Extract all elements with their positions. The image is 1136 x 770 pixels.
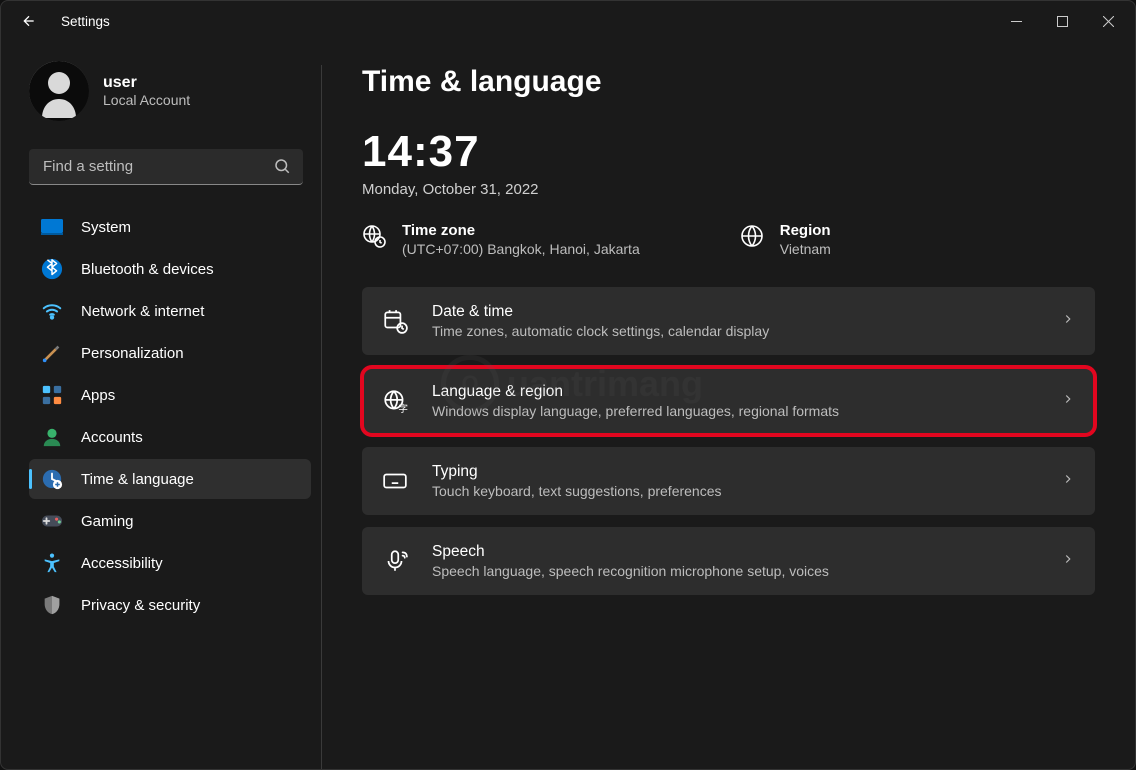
sidebar-item-accounts[interactable]: Accounts — [29, 417, 311, 457]
gaming-icon — [41, 510, 63, 532]
card-subtitle: Windows display language, preferred lang… — [432, 403, 1037, 419]
sidebar-item-label: Privacy & security — [81, 597, 200, 614]
info-sub: (UTC+07:00) Bangkok, Hanoi, Jakarta — [402, 241, 640, 257]
bluetooth-icon — [41, 258, 63, 280]
card-subtitle: Speech language, speech recognition micr… — [432, 563, 1037, 579]
sidebar-item-timelang[interactable]: Time & language — [29, 459, 311, 499]
back-button[interactable] — [19, 11, 39, 31]
sidebar-item-label: Network & internet — [81, 303, 204, 320]
card-text: Speech Speech language, speech recognitio… — [432, 543, 1037, 579]
apps-icon — [41, 384, 63, 406]
sidebar-item-label: Accounts — [81, 429, 143, 446]
globe-clock-icon — [362, 224, 386, 248]
speech-icon — [382, 548, 408, 574]
info-title: Time zone — [402, 222, 640, 239]
clock-date: Monday, October 31, 2022 — [362, 181, 1095, 198]
sidebar-item-bluetooth[interactable]: Bluetooth & devices — [29, 249, 311, 289]
card-title: Typing — [432, 463, 1037, 481]
sidebar: user Local Account System Bluetooth & dev… — [1, 41, 321, 769]
settings-cards: Date & time Time zones, automatic clock s… — [362, 287, 1095, 595]
sidebar-item-accessibility[interactable]: Accessibility — [29, 543, 311, 583]
accessibility-icon — [41, 552, 63, 574]
titlebar: Settings — [1, 1, 1135, 41]
card-speech[interactable]: Speech Speech language, speech recognitio… — [362, 527, 1095, 595]
chevron-right-icon — [1061, 552, 1075, 571]
info-region[interactable]: Region Vietnam — [740, 222, 831, 257]
personalize-icon — [41, 342, 63, 364]
chevron-right-icon — [1061, 392, 1075, 411]
sidebar-item-wifi[interactable]: Network & internet — [29, 291, 311, 331]
sidebar-item-label: Bluetooth & devices — [81, 261, 214, 278]
sidebar-item-label: Apps — [81, 387, 115, 404]
globe-icon — [740, 224, 764, 248]
arrow-left-icon — [21, 13, 37, 29]
search-icon — [273, 157, 291, 180]
maximize-icon — [1057, 16, 1068, 27]
titlebar-left: Settings — [19, 11, 110, 31]
body: user Local Account System Bluetooth & dev… — [1, 41, 1135, 769]
minimize-icon — [1011, 16, 1022, 27]
search-input[interactable] — [29, 149, 303, 185]
page-title: Time & language — [362, 65, 1095, 99]
minimize-button[interactable] — [993, 1, 1039, 41]
sidebar-item-label: Time & language — [81, 471, 194, 488]
timelang-icon — [41, 468, 63, 490]
wifi-icon — [41, 300, 63, 322]
sidebar-item-system[interactable]: System — [29, 207, 311, 247]
clock-time: 14:37 — [362, 127, 1095, 177]
search-wrap — [29, 149, 303, 185]
avatar — [29, 61, 89, 121]
sidebar-item-apps[interactable]: Apps — [29, 375, 311, 415]
card-typing[interactable]: Typing Touch keyboard, text suggestions, … — [362, 447, 1095, 515]
close-button[interactable] — [1085, 1, 1131, 41]
sidebar-item-gaming[interactable]: Gaming — [29, 501, 311, 541]
chevron-right-icon — [1061, 472, 1075, 491]
info-row: Time zone (UTC+07:00) Bangkok, Hanoi, Ja… — [362, 222, 1095, 257]
info-timezone[interactable]: Time zone (UTC+07:00) Bangkok, Hanoi, Ja… — [362, 222, 640, 257]
card-text: Date & time Time zones, automatic clock s… — [432, 303, 1037, 339]
close-icon — [1103, 16, 1114, 27]
info-region-text: Region Vietnam — [780, 222, 831, 257]
window-controls — [993, 1, 1131, 41]
card-subtitle: Time zones, automatic clock settings, ca… — [432, 323, 1037, 339]
accounts-icon — [41, 426, 63, 448]
card-title: Date & time — [432, 303, 1037, 321]
datetime-icon — [382, 308, 408, 334]
sidebar-item-label: Personalization — [81, 345, 184, 362]
nav-list: System Bluetooth & devices Network & inter… — [29, 207, 321, 625]
card-datetime[interactable]: Date & time Time zones, automatic clock s… — [362, 287, 1095, 355]
info-timezone-text: Time zone (UTC+07:00) Bangkok, Hanoi, Ja… — [402, 222, 640, 257]
info-sub: Vietnam — [780, 241, 831, 257]
user-block[interactable]: user Local Account — [29, 61, 321, 121]
user-info: user Local Account — [103, 74, 190, 108]
system-icon — [41, 216, 63, 238]
card-subtitle: Touch keyboard, text suggestions, prefer… — [432, 483, 1037, 499]
card-text: Typing Touch keyboard, text suggestions, … — [432, 463, 1037, 499]
privacy-icon — [41, 594, 63, 616]
maximize-button[interactable] — [1039, 1, 1085, 41]
settings-window: Settings user Local Account — [0, 0, 1136, 770]
card-title: Language & region — [432, 383, 1037, 401]
typing-icon — [382, 468, 408, 494]
sidebar-item-label: Gaming — [81, 513, 134, 530]
chevron-right-icon — [1061, 312, 1075, 331]
langreg-icon: 字 — [382, 388, 408, 414]
info-title: Region — [780, 222, 831, 239]
app-title: Settings — [61, 14, 110, 29]
sidebar-item-label: Accessibility — [81, 555, 163, 572]
svg-text:字: 字 — [398, 402, 408, 414]
user-name: user — [103, 74, 190, 92]
card-text: Language & region Windows display languag… — [432, 383, 1037, 419]
main-content: Time & language 14:37 Monday, October 31… — [322, 41, 1135, 769]
sidebar-item-label: System — [81, 219, 131, 236]
sidebar-item-personalize[interactable]: Personalization — [29, 333, 311, 373]
user-subtitle: Local Account — [103, 92, 190, 108]
card-langreg[interactable]: 字 Language & region Windows display langua… — [362, 367, 1095, 435]
card-title: Speech — [432, 543, 1037, 561]
sidebar-item-privacy[interactable]: Privacy & security — [29, 585, 311, 625]
